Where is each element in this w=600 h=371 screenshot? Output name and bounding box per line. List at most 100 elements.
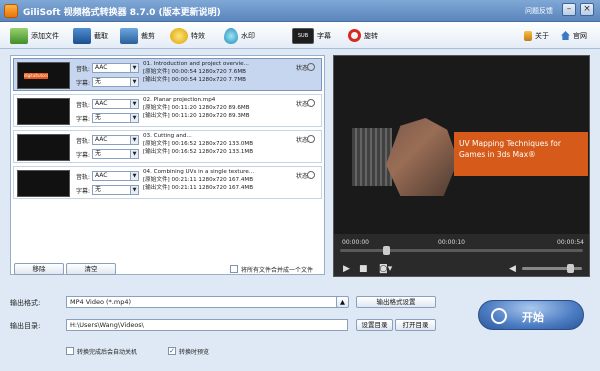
time-end: 00:00:54 bbox=[557, 239, 584, 246]
close-button[interactable]: × bbox=[580, 3, 594, 16]
volume-icon[interactable]: ◀ bbox=[509, 264, 516, 274]
status-icon bbox=[307, 99, 315, 107]
output-info: [输出文件] 00:21:11 1280x720 167.4MB bbox=[143, 185, 254, 191]
audio-select[interactable]: AAC ▼ bbox=[92, 63, 139, 73]
website-label: 官网 bbox=[573, 31, 587, 40]
start-button[interactable]: 开始 bbox=[478, 300, 584, 330]
merge-label: 将所有文件合并成一个文件 bbox=[241, 267, 314, 274]
audio-select[interactable]: AAC ▼ bbox=[92, 171, 139, 181]
volume-handle[interactable] bbox=[567, 264, 574, 273]
audio-select[interactable]: AAC ▼ bbox=[92, 135, 139, 145]
set-dir-button[interactable]: 设置目录 bbox=[356, 319, 393, 331]
effects-label: 特效 bbox=[191, 31, 205, 40]
status-icon bbox=[307, 63, 315, 71]
watermark-button[interactable]: 水印 bbox=[224, 26, 255, 45]
3d-model-graphic bbox=[386, 118, 458, 196]
chevron-down-icon: ▼ bbox=[130, 172, 138, 180]
audio-value: AAC bbox=[95, 172, 108, 179]
crop-label: 裁剪 bbox=[141, 31, 155, 40]
about-label: 关于 bbox=[535, 31, 549, 40]
about-button[interactable]: 关于 bbox=[524, 26, 549, 45]
preview-while-converting-checkbox[interactable]: ✓ bbox=[168, 347, 176, 355]
file-row[interactable]: 音轨: AAC ▼ 字幕: 无 ▼ 03. Cutting and... [原始文件… bbox=[13, 130, 322, 163]
minimize-button[interactable]: – bbox=[562, 3, 576, 16]
crop-icon bbox=[120, 27, 138, 44]
magic-wand-icon bbox=[170, 27, 188, 44]
seek-bar[interactable] bbox=[340, 249, 583, 252]
video-thumbnail bbox=[17, 98, 70, 125]
add-file-button[interactable]: 添加文件 bbox=[10, 26, 59, 45]
format-dropdown-button[interactable]: ▲ bbox=[336, 296, 349, 308]
audio-label: 音轨: bbox=[76, 174, 91, 181]
subtitle-button[interactable]: SUB 字幕 bbox=[292, 26, 331, 45]
output-dir-label: 输出目录: bbox=[10, 322, 41, 330]
crop-button[interactable]: 裁剪 bbox=[120, 26, 155, 45]
subtitle-select[interactable]: 无 ▼ bbox=[92, 113, 139, 123]
chevron-down-icon: ▼ bbox=[130, 64, 138, 72]
subtitle-label: 字幕: bbox=[76, 80, 91, 87]
auto-shutdown-label: 转换完成后会自动关机 bbox=[77, 349, 138, 356]
source-info: [原始文件] 00:11:20 1280x720 89.6MB bbox=[143, 105, 250, 111]
subtitle-label: 字幕: bbox=[76, 188, 91, 195]
time-start: 00:00:00 bbox=[342, 239, 369, 246]
audio-select[interactable]: AAC ▼ bbox=[92, 99, 139, 109]
add-file-icon bbox=[10, 27, 28, 44]
source-info: [原始文件] 00:16:52 1280x720 133.0MB bbox=[143, 141, 254, 147]
camera-snapshot-icon[interactable]: ◙▾ bbox=[379, 264, 392, 274]
subtitle-value: 无 bbox=[95, 150, 102, 157]
file-row[interactable]: 音轨: AAC ▼ 字幕: 无 ▼ 02. Planar projection.mp… bbox=[13, 94, 322, 127]
audio-label: 音轨: bbox=[76, 66, 91, 73]
chevron-down-icon: ▼ bbox=[130, 186, 138, 194]
subtitle-select[interactable]: 无 ▼ bbox=[92, 185, 139, 195]
open-dir-button[interactable]: 打开目录 bbox=[395, 319, 436, 331]
start-label: 开始 bbox=[522, 311, 544, 324]
stop-icon[interactable]: ■ bbox=[359, 264, 368, 274]
film-clip-icon bbox=[73, 27, 91, 44]
website-button[interactable]: 官网 bbox=[561, 26, 587, 45]
seek-handle[interactable] bbox=[383, 246, 391, 255]
convert-refresh-icon bbox=[491, 308, 507, 324]
audio-value: AAC bbox=[95, 100, 108, 107]
output-format-label: 输出格式: bbox=[10, 299, 41, 307]
output-format-value: MP4 Video (*.mp4) bbox=[70, 298, 131, 306]
feedback-link[interactable]: 问题反馈 bbox=[525, 6, 553, 16]
watermark-label: 水印 bbox=[241, 31, 255, 40]
file-name: 01. Introduction and project overvie... bbox=[143, 61, 249, 67]
toolbar: 添加文件 截取 裁剪 特效 水印 SUB 字幕 旋转 关于 官网 bbox=[0, 22, 600, 49]
chevron-down-icon: ▼ bbox=[130, 150, 138, 158]
status-icon bbox=[307, 171, 315, 179]
clip-label: 截取 bbox=[94, 31, 108, 40]
merge-checkbox[interactable] bbox=[230, 265, 238, 273]
video-title: UV Mapping Techniques for Games in 3ds M… bbox=[459, 139, 561, 159]
output-format-settings-button[interactable]: 输出格式设置 bbox=[356, 296, 436, 308]
file-row[interactable]: 音轨: AAC ▼ 字幕: 无 ▼ 04. Combining UVs in a s… bbox=[13, 166, 322, 199]
subtitle-label: 字幕 bbox=[317, 31, 331, 40]
auto-shutdown-checkbox[interactable] bbox=[66, 347, 74, 355]
clear-button[interactable]: 清空 bbox=[66, 263, 116, 275]
source-info: [原始文件] 00:21:11 1280x720 167.4MB bbox=[143, 177, 254, 183]
home-icon bbox=[561, 31, 570, 40]
status-icon bbox=[307, 135, 315, 143]
subtitle-value: 无 bbox=[95, 78, 102, 85]
video-thumbnail: digitaltutors bbox=[17, 62, 70, 89]
subtitle-label: 字幕: bbox=[76, 152, 91, 159]
subtitle-select[interactable]: 无 ▼ bbox=[92, 77, 139, 87]
file-row[interactable]: digitaltutors 音轨: AAC ▼ 字幕: 无 ▼ 01. Introd… bbox=[13, 58, 322, 91]
time-current: 00:00:10 bbox=[438, 239, 465, 246]
file-name: 02. Planar projection.mp4 bbox=[143, 97, 216, 103]
output-info: [输出文件] 00:11:20 1280x720 89.3MB bbox=[143, 113, 250, 119]
video-frame: UV Mapping Techniques for Games in 3ds M… bbox=[334, 56, 589, 234]
subtitle-select[interactable]: 无 ▼ bbox=[92, 149, 139, 159]
output-dir-input[interactable]: H:\Users\Wang\Videos\ bbox=[66, 319, 348, 331]
subtitle-value: 无 bbox=[95, 114, 102, 121]
clip-button[interactable]: 截取 bbox=[73, 26, 108, 45]
effects-button[interactable]: 特效 bbox=[170, 26, 205, 45]
output-format-select[interactable]: MP4 Video (*.mp4) bbox=[66, 296, 348, 308]
rotate-button[interactable]: 旋转 bbox=[348, 26, 378, 45]
remove-button[interactable]: 移除 bbox=[14, 263, 64, 275]
play-icon[interactable]: ▶ bbox=[343, 264, 350, 274]
audio-value: AAC bbox=[95, 136, 108, 143]
source-info: [原始文件] 00:00:54 1280x720 7.6MB bbox=[143, 69, 246, 75]
app-logo-icon bbox=[4, 4, 18, 18]
file-list: digitaltutors 音轨: AAC ▼ 字幕: 无 ▼ 01. Introd… bbox=[10, 55, 325, 275]
